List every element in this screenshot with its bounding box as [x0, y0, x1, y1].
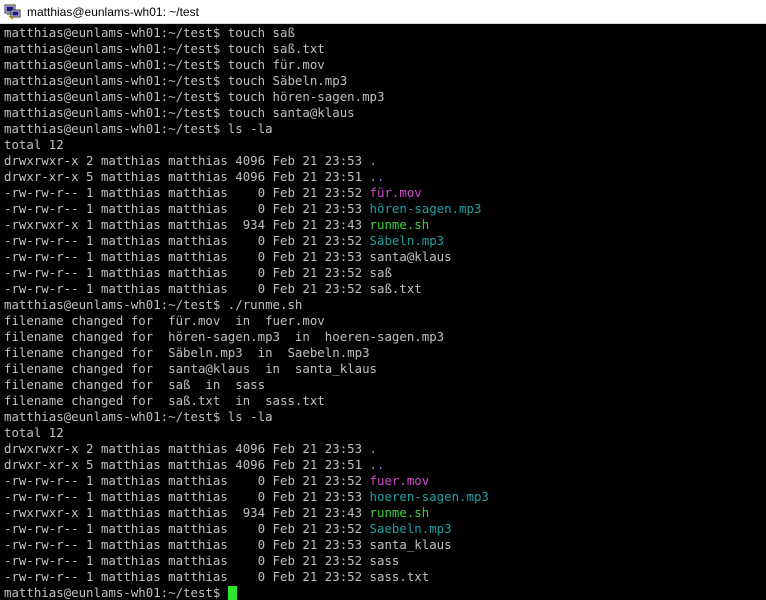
file-attributes: -rw-rw-r-- 1 matthias matthias 0 Feb 21 …: [4, 521, 370, 536]
terminal-line: matthias@eunlams-wh01:~/test$ touch für.…: [4, 57, 325, 72]
listing-row: -rw-rw-r-- 1 matthias matthias 0 Feb 21 …: [4, 537, 766, 553]
file-attributes: drwxrwxr-x 2 matthias matthias 4096 Feb …: [4, 153, 370, 168]
directory-listing-before: drwxrwxr-x 2 matthias matthias 4096 Feb …: [4, 153, 766, 297]
listing-row: drwxrwxr-x 2 matthias matthias 4096 Feb …: [4, 441, 766, 457]
file-attributes: -rw-rw-r-- 1 matthias matthias 0 Feb 21 …: [4, 489, 370, 504]
file-attributes: drwxrwxr-x 2 matthias matthias 4096 Feb …: [4, 441, 370, 456]
terminal-line: filename changed for saß in sass: [4, 377, 266, 392]
terminal-line: filename changed for für.mov in fuer.mov: [4, 313, 325, 328]
script-output: matthias@eunlams-wh01:~/test$ ./runme.sh…: [4, 297, 766, 441]
terminal-line: matthias@eunlams-wh01:~/test$ touch höre…: [4, 89, 385, 104]
listing-row: -rw-rw-r-- 1 matthias matthias 0 Feb 21 …: [4, 521, 766, 537]
file-attributes: -rw-rw-r-- 1 matthias matthias 0 Feb 21 …: [4, 185, 370, 200]
file-attributes: -rw-rw-r-- 1 matthias matthias 0 Feb 21 …: [4, 233, 370, 248]
current-prompt-line[interactable]: matthias@eunlams-wh01:~/test$: [4, 585, 766, 600]
terminal-line: matthias@eunlams-wh01:~/test$ ls -la: [4, 409, 273, 424]
file-name: Saebeln.mp3: [369, 521, 452, 536]
listing-row: -rw-rw-r-- 1 matthias matthias 0 Feb 21 …: [4, 553, 766, 569]
file-attributes: -rw-rw-r-- 1 matthias matthias 0 Feb 21 …: [4, 265, 370, 280]
command-history: matthias@eunlams-wh01:~/test$ touch saß m…: [4, 25, 766, 153]
file-attributes: -rw-rw-r-- 1 matthias matthias 0 Feb 21 …: [4, 473, 370, 488]
listing-row: -rw-rw-r-- 1 matthias matthias 0 Feb 21 …: [4, 185, 766, 201]
terminal-line: matthias@eunlams-wh01:~/test$ touch saß.…: [4, 41, 325, 56]
prompt: matthias@eunlams-wh01:~/test$: [4, 585, 228, 600]
terminal-output[interactable]: matthias@eunlams-wh01:~/test$ touch saß m…: [0, 24, 766, 600]
listing-row: -rw-rw-r-- 1 matthias matthias 0 Feb 21 …: [4, 569, 766, 585]
terminal-line: matthias@eunlams-wh01:~/test$ ./runme.sh: [4, 297, 303, 312]
file-name: sass.txt: [369, 569, 430, 584]
file-name: runme.sh: [369, 505, 430, 520]
file-name: Säbeln.mp3: [369, 233, 445, 248]
file-attributes: drwxr-xr-x 5 matthias matthias 4096 Feb …: [4, 457, 370, 472]
listing-row: -rw-rw-r-- 1 matthias matthias 0 Feb 21 …: [4, 265, 766, 281]
file-name: ..: [369, 169, 385, 184]
file-attributes: -rwxrwxr-x 1 matthias matthias 934 Feb 2…: [4, 505, 370, 520]
file-name: sass: [369, 553, 400, 568]
terminal-line: filename changed for Säbeln.mp3 in Saebe…: [4, 345, 370, 360]
file-attributes: drwxr-xr-x 5 matthias matthias 4096 Feb …: [4, 169, 370, 184]
file-name: ..: [369, 457, 385, 472]
file-attributes: -rw-rw-r-- 1 matthias matthias 0 Feb 21 …: [4, 537, 370, 552]
file-attributes: -rw-rw-r-- 1 matthias matthias 0 Feb 21 …: [4, 249, 370, 264]
listing-row: -rw-rw-r-- 1 matthias matthias 0 Feb 21 …: [4, 473, 766, 489]
file-name: saß.txt: [369, 281, 422, 296]
file-name: santa_klaus: [369, 537, 452, 552]
listing-row: -rw-rw-r-- 1 matthias matthias 0 Feb 21 …: [4, 281, 766, 297]
file-attributes: -rw-rw-r-- 1 matthias matthias 0 Feb 21 …: [4, 569, 370, 584]
file-name: santa@klaus: [369, 249, 452, 264]
file-attributes: -rwxrwxr-x 1 matthias matthias 934 Feb 2…: [4, 217, 370, 232]
file-name: .: [369, 153, 377, 168]
terminal-line: matthias@eunlams-wh01:~/test$ ls -la: [4, 121, 273, 136]
title-bar[interactable]: matthias@eunlams-wh01: ~/test: [0, 0, 766, 24]
window-title: matthias@eunlams-wh01: ~/test: [27, 4, 199, 19]
listing-row: -rw-rw-r-- 1 matthias matthias 0 Feb 21 …: [4, 233, 766, 249]
listing-row: -rw-rw-r-- 1 matthias matthias 0 Feb 21 …: [4, 489, 766, 505]
terminal-line: matthias@eunlams-wh01:~/test$ touch sant…: [4, 105, 355, 120]
terminal-line: filename changed for saß.txt in sass.txt: [4, 393, 325, 408]
terminal-line: matthias@eunlams-wh01:~/test$ touch saß: [4, 25, 295, 40]
terminal-line: filename changed for hören-sagen.mp3 in …: [4, 329, 445, 344]
cursor: [227, 586, 237, 600]
listing-row: -rw-rw-r-- 1 matthias matthias 0 Feb 21 …: [4, 249, 766, 265]
listing-row: drwxr-xr-x 5 matthias matthias 4096 Feb …: [4, 457, 766, 473]
file-name: .: [369, 441, 377, 456]
terminal-window: matthias@eunlams-wh01: ~/test matthias@e…: [0, 0, 766, 600]
terminal-line: matthias@eunlams-wh01:~/test$ touch Säbe…: [4, 73, 348, 88]
listing-row: -rw-rw-r-- 1 matthias matthias 0 Feb 21 …: [4, 201, 766, 217]
terminal-line: total 12: [4, 137, 64, 152]
terminal-line: total 12: [4, 425, 64, 440]
listing-row: -rwxrwxr-x 1 matthias matthias 934 Feb 2…: [4, 217, 766, 233]
file-attributes: -rw-rw-r-- 1 matthias matthias 0 Feb 21 …: [4, 553, 370, 568]
directory-listing-after: drwxrwxr-x 2 matthias matthias 4096 Feb …: [4, 441, 766, 585]
listing-row: -rwxrwxr-x 1 matthias matthias 934 Feb 2…: [4, 505, 766, 521]
listing-row: drwxr-xr-x 5 matthias matthias 4096 Feb …: [4, 169, 766, 185]
file-name: für.mov: [369, 185, 422, 200]
file-attributes: -rw-rw-r-- 1 matthias matthias 0 Feb 21 …: [4, 281, 370, 296]
file-name: fuer.mov: [369, 473, 430, 488]
terminal-line: filename changed for santa@klaus in sant…: [4, 361, 377, 376]
putty-icon[interactable]: [4, 4, 22, 20]
file-name: saß: [369, 265, 392, 280]
file-attributes: -rw-rw-r-- 1 matthias matthias 0 Feb 21 …: [4, 201, 370, 216]
listing-row: drwxrwxr-x 2 matthias matthias 4096 Feb …: [4, 153, 766, 169]
file-name: runme.sh: [369, 217, 430, 232]
file-name: hoeren-sagen.mp3: [369, 489, 489, 504]
file-name: hören-sagen.mp3: [369, 201, 482, 216]
